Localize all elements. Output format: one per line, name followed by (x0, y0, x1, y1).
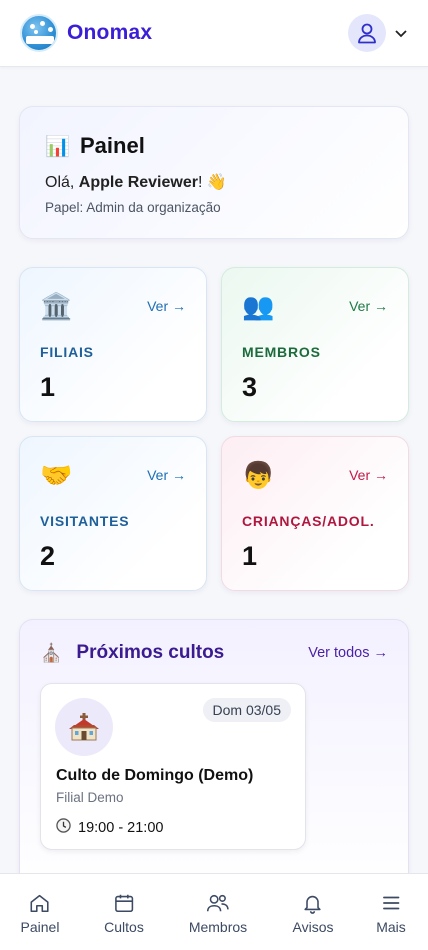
handshake-icon: 🤝 (40, 460, 73, 490)
user-avatar-button[interactable] (348, 14, 386, 52)
nav-painel[interactable]: Painel (21, 892, 59, 935)
nav-cultos[interactable]: Cultos (104, 892, 144, 935)
home-icon (30, 894, 50, 913)
nav-avisos[interactable]: Avisos (293, 892, 333, 935)
nav-membros[interactable]: Membros (189, 892, 247, 935)
service-branch: Filial Demo (56, 790, 124, 805)
stat-label: VISITANTES (40, 513, 130, 529)
ver-todos-link[interactable]: Ver todos → (308, 645, 388, 661)
stat-card-filiais[interactable]: 🏛️ Ver → FILIAIS 1 (19, 267, 207, 422)
stat-card-visitantes[interactable]: 🤝 Ver → VISITANTES 2 (19, 436, 207, 591)
menu-icon (382, 896, 400, 910)
bottom-navigation: Painel Cultos Membros Avisos Mais (0, 873, 428, 950)
stat-value: 3 (242, 372, 258, 402)
painel-card: 📊 Painel Olá, Apple Reviewer! 👋 Papel: A… (19, 106, 409, 239)
app-header: Onomax (0, 0, 428, 67)
nav-mais[interactable]: Mais (376, 892, 406, 935)
clock-icon (56, 818, 71, 837)
users-icon (207, 894, 229, 912)
user-icon (358, 23, 376, 44)
bell-icon (304, 895, 322, 914)
chevron-down-icon[interactable] (394, 28, 408, 38)
child-icon: 👦 (242, 460, 275, 490)
user-role: Papel: Admin da organização (45, 200, 221, 215)
ver-filiais-link[interactable]: Ver → (147, 298, 186, 314)
service-date-badge: Dom 03/05 (202, 698, 291, 722)
stat-label: CRIANÇAS/ADOL. (242, 513, 375, 529)
stat-label: FILIAIS (40, 344, 94, 360)
page-title: Painel (80, 133, 145, 158)
bar-chart-icon: 📊 (45, 135, 70, 158)
stat-card-criancas[interactable]: 👦 Ver → CRIANÇAS/ADOL. 1 (221, 436, 409, 591)
section-title: Próximos cultos (76, 642, 225, 663)
church-icon: ⛪ (40, 642, 63, 663)
church-icon (55, 698, 113, 756)
service-time: 19:00 - 21:00 (56, 818, 163, 837)
stat-value: 1 (40, 372, 56, 402)
stat-value: 2 (40, 541, 56, 571)
ver-criancas-link[interactable]: Ver → (349, 467, 388, 483)
brand-name: Onomax (67, 21, 153, 44)
greeting-text: Olá, Apple Reviewer! 👋 (45, 174, 227, 191)
user-name: Apple Reviewer (78, 174, 198, 191)
people-icon: 👥 (242, 291, 275, 321)
calendar-icon (114, 894, 134, 913)
ver-visitantes-link[interactable]: Ver → (147, 467, 186, 483)
bank-icon: 🏛️ (40, 291, 73, 321)
ver-membros-link[interactable]: Ver → (349, 298, 388, 314)
app-logo[interactable] (20, 14, 58, 52)
stat-label: MEMBROS (242, 344, 321, 360)
service-card[interactable]: Dom 03/05 Culto de Domingo (Demo) Filial… (40, 683, 306, 850)
upcoming-services-section: ⛪ Próximos cultos Ver todos → Dom 03/05 … (19, 619, 409, 899)
service-name: Culto de Domingo (Demo) (56, 767, 254, 784)
stat-card-membros[interactable]: 👥 Ver → MEMBROS 3 (221, 267, 409, 422)
stat-value: 1 (242, 541, 258, 571)
